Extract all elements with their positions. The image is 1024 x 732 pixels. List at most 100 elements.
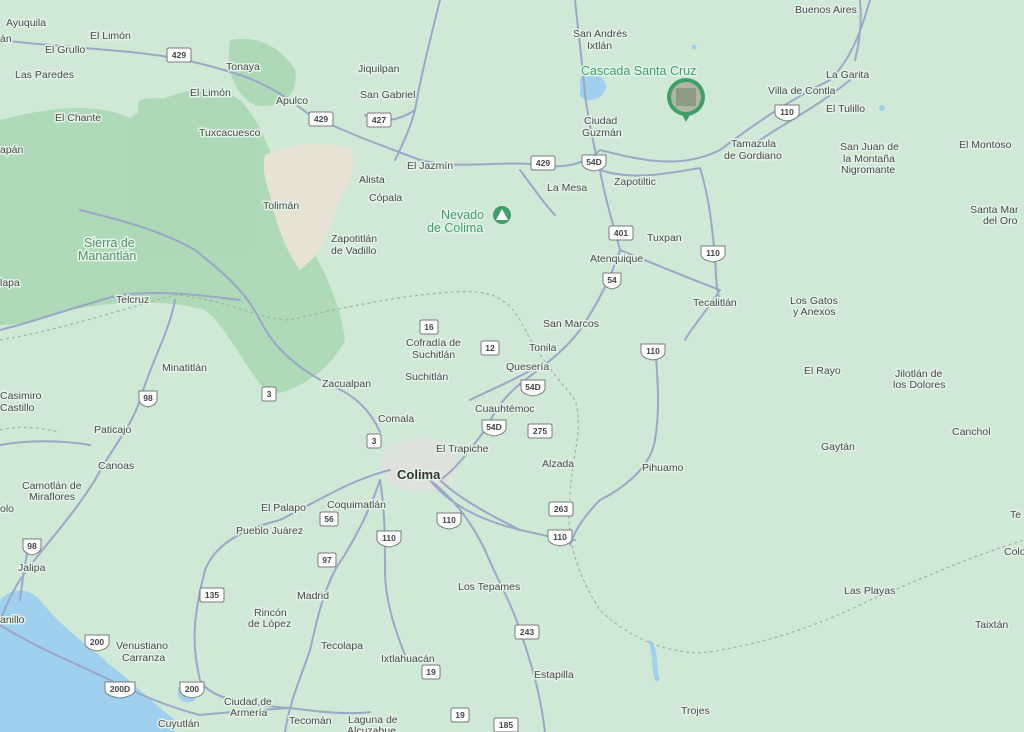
place-label-las-paredes: Las Paredes	[15, 69, 74, 81]
place-label-zapotitlan-2: de Vadillo	[331, 245, 376, 257]
place-label-apulco: Apulco	[276, 95, 308, 107]
highway-shield-s429c: 429	[530, 155, 556, 171]
highway-shield-label: 3	[267, 389, 272, 399]
place-label-el-rayo: El Rayo	[804, 365, 841, 377]
place-label-pihuamo: Pihuamo	[642, 462, 684, 474]
highway-shield-label: 429	[172, 50, 186, 60]
poi-label-cascada[interactable]: Cascada Santa Cruz	[580, 63, 698, 80]
place-label-tuxcacuesco: Tuxcacuesco	[199, 127, 261, 139]
place-label-coquimatlan: Coquimatlán	[327, 499, 386, 511]
highway-shield-label: 54	[607, 275, 617, 285]
place-label-cuyutlan: Cuyutlán	[158, 718, 200, 730]
place-label-suchitlan: Suchitlán	[405, 371, 448, 383]
place-label-el-palapo: El Palapo	[261, 502, 306, 514]
highway-shield-s200b: 200	[179, 681, 205, 699]
place-label-queseria: Quesería	[506, 361, 549, 373]
place-label-rincon-2: de López	[248, 618, 291, 630]
highway-shield-label: 110	[382, 533, 396, 543]
place-label-san-gabriel: San Gabriel	[360, 89, 415, 101]
place-label-venustiano-2: Carranza	[122, 652, 165, 664]
highway-shield-label: 54D	[525, 382, 541, 392]
highway-shield-label: 275	[533, 426, 547, 436]
highway-shield-s98b: 98	[22, 538, 42, 556]
place-label-jiquilpan: Jiquilpan	[358, 63, 400, 75]
place-label-zapotitlan-1: Zapotitlán	[331, 233, 377, 245]
place-label-tuxpan: Tuxpan	[647, 232, 682, 244]
highway-shield-s3b: 3	[366, 433, 382, 449]
place-label-lapa: lapa	[0, 277, 20, 289]
place-label-copala: Cópala	[369, 192, 402, 204]
highway-shield-s16: 16	[419, 319, 439, 335]
highway-shield-s110e: 110	[547, 529, 573, 547]
highway-shield-label: 98	[27, 541, 37, 551]
place-label-trojes: Trojes	[681, 705, 710, 717]
place-label-casimiro-1: Casimiro	[0, 390, 42, 402]
poi-label-nevado-1[interactable]: Nevado	[440, 207, 486, 224]
place-label-te: Te	[1010, 509, 1021, 521]
place-label-san-juan-1: San Juan de	[840, 141, 899, 153]
highway-shield-s110f: 110	[376, 530, 402, 548]
place-label-el-chante: El Chante	[55, 112, 101, 124]
place-label-alista: Alista	[359, 174, 385, 186]
highway-shield-s429b: 429	[308, 111, 334, 127]
highway-shield-label: 135	[205, 590, 219, 600]
place-label-estapilla: Estapilla	[534, 669, 574, 681]
place-label-zapotiltic: Zapotiltic	[614, 176, 656, 188]
place-label-telcruz: Telcruz	[116, 294, 149, 306]
highway-shield-label: 56	[324, 514, 334, 524]
place-label-tecalitlan: Tecalitlán	[693, 297, 737, 309]
place-label-el-grullo: El Grullo	[45, 44, 85, 56]
highway-shield-s54: 54	[602, 272, 622, 290]
place-label-jilotlan-2: los Dolores	[893, 379, 946, 391]
place-label-ciudad-armeria-2: Armería	[230, 707, 268, 719]
highway-shield-s110a: 110	[774, 104, 800, 122]
place-label-cofradia-2: Suchitlán	[412, 349, 455, 361]
place-label-la-garita: La Garita	[826, 69, 869, 81]
place-label-ixtlahuacan: Ixtlahuacán	[381, 653, 435, 665]
place-label-tamazula-2: de Gordiano	[724, 150, 782, 162]
highway-shield-label: 110	[442, 515, 456, 525]
highway-shield-label: 185	[499, 720, 513, 730]
highway-shield-label: 97	[322, 555, 332, 565]
highway-shield-label: 110	[780, 107, 794, 117]
highway-shield-s401: 401	[608, 225, 634, 241]
place-label-tecoman: Tecomán	[289, 715, 332, 727]
highway-shield-label: 429	[536, 158, 550, 168]
place-label-laguna-2: Alcuzahue	[347, 725, 396, 732]
place-label-los-gatos-2: y Anexos	[793, 306, 836, 318]
place-label-paticajo: Paticajo	[94, 424, 132, 436]
map-canvas[interactable]: 429 429 427 429 54D 401 54 110 110 110 16 12 54D 54D 2…	[0, 0, 1024, 732]
highway-shield-s19a: 19	[421, 664, 441, 680]
place-label-toliman: Tolimán	[263, 200, 299, 212]
place-label-canchol: Canchol	[952, 426, 991, 438]
place-label-el-tulillo: El Tulillo	[826, 103, 865, 115]
place-label-jalipa: Jalipa	[18, 562, 46, 574]
highway-shield-label: 110	[553, 532, 567, 542]
highway-shield-label: 98	[143, 393, 153, 403]
poi-label-nevado-2[interactable]: de Colima	[426, 220, 485, 237]
place-label-cofradia-1: Cofradía de	[406, 337, 461, 349]
highway-shield-s54d3: 54D	[481, 419, 507, 437]
place-label-ayuquila: Ayuquila	[6, 17, 46, 29]
highway-shield-label: 200D	[110, 684, 130, 694]
place-label-cuauhtemoc: Cuauhtémoc	[475, 403, 535, 415]
place-label-gaytan: Gaytán	[821, 441, 855, 453]
place-label-tonaya: Tonaya	[226, 61, 260, 73]
place-label-san-juan-3: Nigromante	[841, 164, 895, 176]
city-label-colima[interactable]: Colima	[396, 466, 443, 484]
highway-shield-label: 3	[372, 436, 377, 446]
place-label-tecolapa: Tecolapa	[321, 640, 363, 652]
mountain-peak-icon[interactable]	[493, 206, 511, 224]
highway-shield-s19b: 19	[450, 707, 470, 723]
highway-shield-label: 429	[314, 114, 328, 124]
highway-shield-s429a: 429	[166, 47, 192, 63]
place-label-buenos-aires: Buenos Aires	[795, 4, 857, 16]
highway-shield-s98a: 98	[138, 390, 158, 408]
place-label-el-jazmin: El Jazmín	[407, 160, 453, 172]
highway-shield-label: 54D	[586, 157, 602, 167]
highway-shield-label: 427	[372, 115, 386, 125]
place-label-taixtan: Taixtán	[975, 619, 1008, 631]
highway-shield-label: 19	[426, 667, 436, 677]
place-label-villa-contla: Villa de Contla	[768, 85, 836, 97]
highway-shield-s427: 427	[366, 112, 392, 128]
